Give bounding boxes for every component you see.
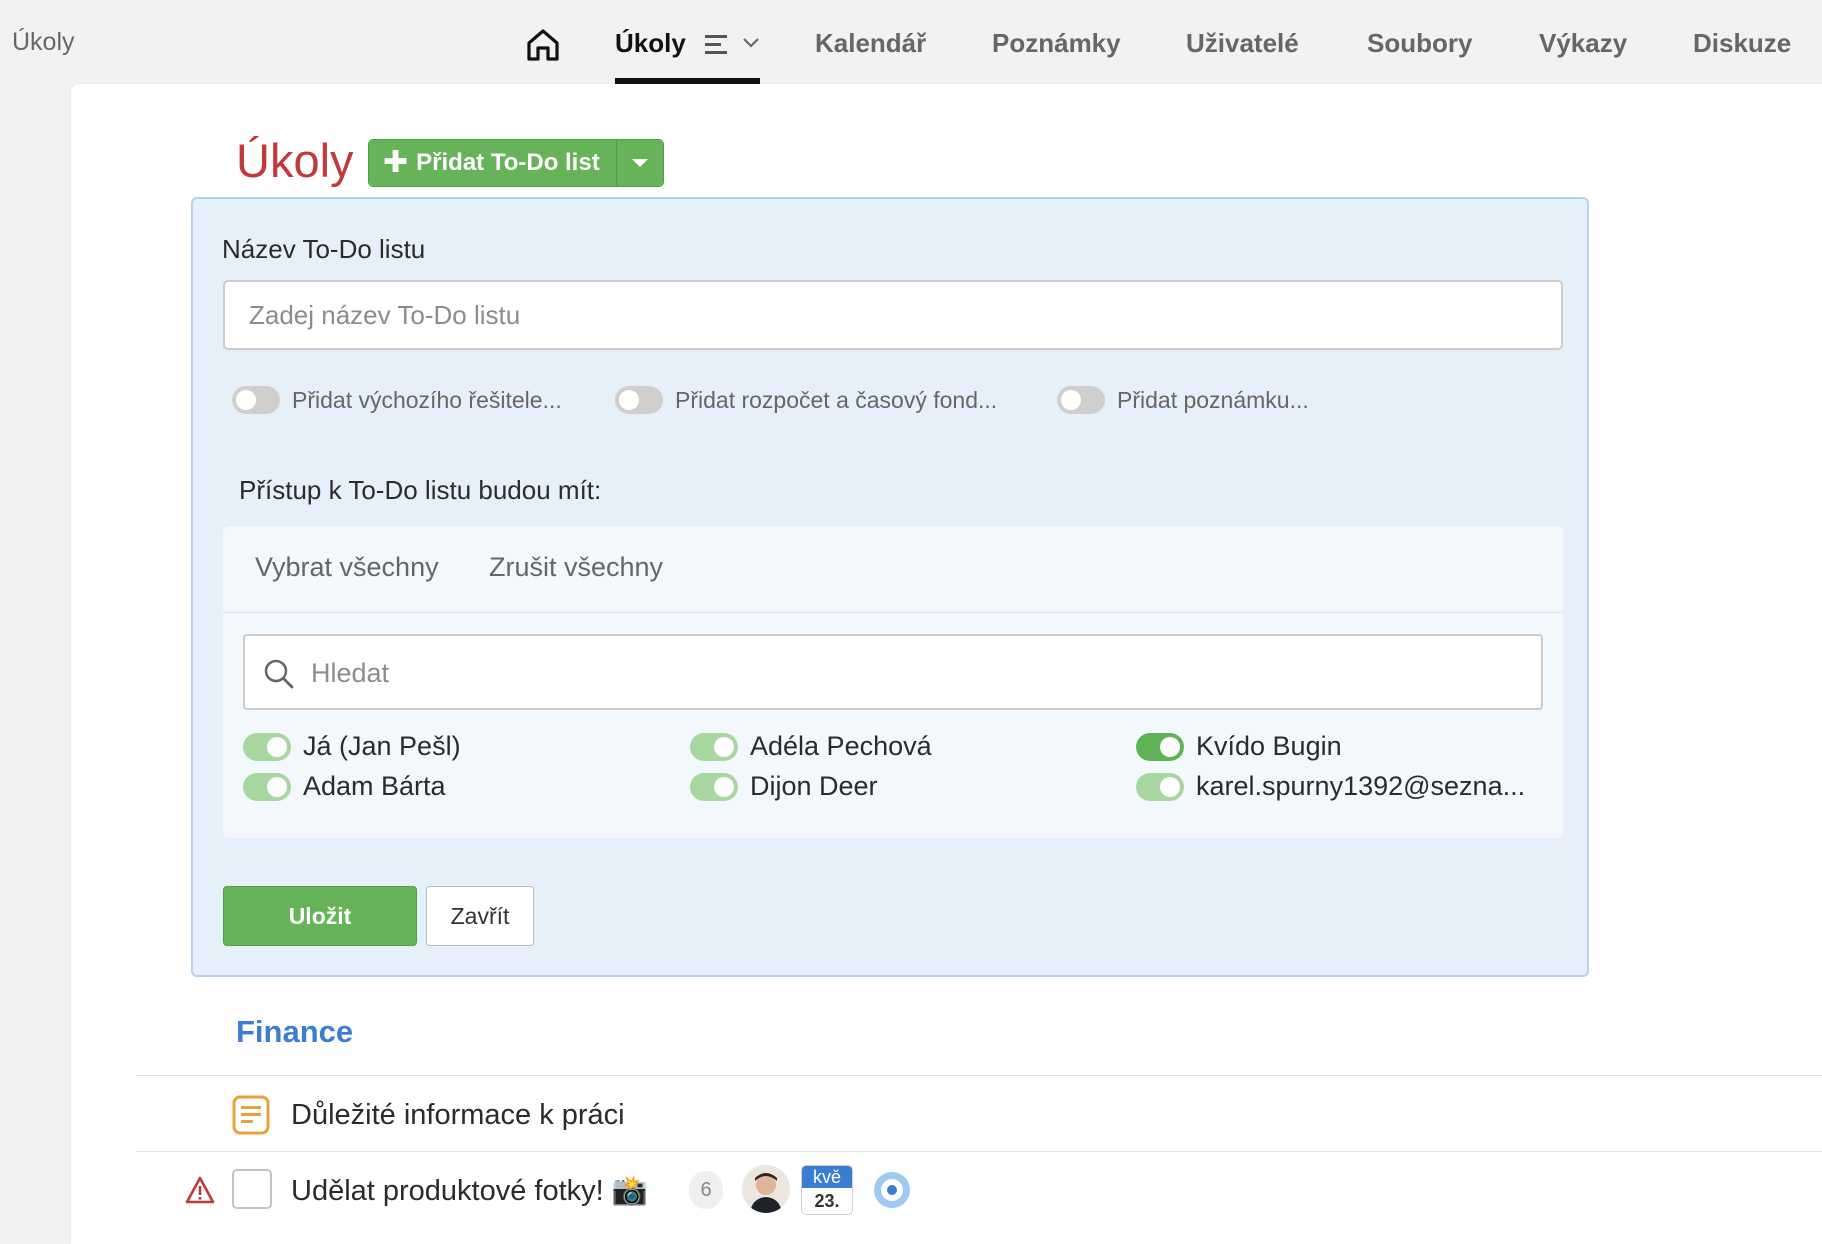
toggle-switch[interactable] <box>1136 732 1184 761</box>
task-checkbox[interactable] <box>232 1169 272 1209</box>
user-name: Dijon Deer <box>750 771 878 801</box>
note-icon <box>232 1095 270 1135</box>
user-name: Kvído Bugin <box>1196 731 1342 761</box>
user-toggle-kvido-bugin[interactable]: Kvído Bugin <box>1136 731 1342 762</box>
divider <box>136 1075 1822 1076</box>
home-icon[interactable] <box>524 26 562 64</box>
user-name: karel.spurny1392@sezna... <box>1196 771 1526 801</box>
divider <box>136 1151 1822 1152</box>
plus-icon: ✚ <box>383 146 409 179</box>
status-circle-icon[interactable] <box>872 1170 912 1210</box>
nav-tab-soubory[interactable]: Soubory <box>1367 28 1472 59</box>
todo-list-name-label: Název To-Do listu <box>222 234 426 264</box>
user-toggle-dijon-deer[interactable]: Dijon Deer <box>690 771 878 802</box>
user-toggle-adam-barta[interactable]: Adam Bárta <box>243 771 446 802</box>
comment-count-badge: 6 <box>689 1171 723 1209</box>
select-all-link[interactable]: Vybrat všechny <box>255 552 439 583</box>
toggle-budget[interactable]: Přidat rozpočet a časový fond... <box>615 386 997 414</box>
toggle-note[interactable]: Přidat poznámku... <box>1057 386 1309 414</box>
toggle-switch[interactable] <box>690 772 738 801</box>
due-date-month: kvě <box>802 1166 852 1188</box>
add-todo-list-label: Přidat To-Do list <box>416 149 600 176</box>
toggle-switch[interactable] <box>243 732 291 761</box>
todo-list-title-finance[interactable]: Finance <box>236 1014 353 1050</box>
avatar[interactable] <box>742 1165 790 1213</box>
add-todo-list-button-group: ✚ Přidat To-Do list <box>368 139 664 187</box>
due-date-badge[interactable]: kvě 23. <box>802 1166 852 1214</box>
toggle-switch[interactable] <box>243 772 291 801</box>
due-date-day: 23. <box>802 1188 852 1214</box>
search-icon <box>264 659 294 689</box>
toggle-label: Přidat výchozího řešitele... <box>292 386 562 413</box>
toggle-label: Přidat rozpočet a časový fond... <box>675 386 998 413</box>
chevron-down-icon[interactable] <box>742 36 760 50</box>
access-label: Přístup k To-Do listu budou mít: <box>239 475 602 505</box>
toggle-switch[interactable] <box>615 386 663 414</box>
top-navigation: Úkoly Kalendář Poznámky Uživatelé Soubor… <box>0 0 1822 84</box>
deselect-all-link[interactable]: Zrušit všechny <box>489 552 663 583</box>
warning-icon <box>185 1176 215 1204</box>
nav-tab-uzivatele[interactable]: Uživatelé <box>1186 28 1299 59</box>
task-title[interactable]: Udělat produktové fotky! 📸 <box>291 1174 648 1208</box>
toggle-default-assignee[interactable]: Přidat výchozího řešitele... <box>232 386 562 414</box>
todo-list-name-input[interactable] <box>223 280 1563 350</box>
close-button[interactable]: Zavřít <box>426 886 534 946</box>
note-item-title[interactable]: Důležité informace k práci <box>291 1099 625 1132</box>
user-search-input[interactable] <box>309 636 1513 710</box>
nav-tab-poznamky[interactable]: Poznámky <box>992 28 1121 59</box>
access-actions: Vybrat všechny Zrušit všechny <box>223 526 1563 613</box>
toggle-switch[interactable] <box>1136 772 1184 801</box>
add-todo-list-dropdown[interactable] <box>615 140 663 186</box>
user-name: Já (Jan Pešl) <box>303 731 461 761</box>
nav-tab-vykazy[interactable]: Výkazy <box>1539 28 1627 59</box>
user-name: Adam Bárta <box>303 771 446 801</box>
toggle-switch[interactable] <box>232 386 280 414</box>
list-view-icon[interactable] <box>705 34 731 56</box>
add-todo-list-button[interactable]: ✚ Přidat To-Do list <box>369 140 616 186</box>
user-toggle-adela-pechova[interactable]: Adéla Pechová <box>690 731 932 762</box>
user-name: Adéla Pechová <box>750 731 932 761</box>
nav-tab-diskuze[interactable]: Diskuze <box>1693 28 1791 59</box>
toggle-label: Přidat poznámku... <box>1117 386 1309 413</box>
user-toggle-karel-spurny[interactable]: karel.spurny1392@sezna... <box>1136 771 1525 802</box>
save-button[interactable]: Uložit <box>223 886 417 946</box>
toggle-switch[interactable] <box>690 732 738 761</box>
nav-tab-ukoly[interactable]: Úkoly <box>615 28 686 59</box>
page-title: Úkoly <box>236 134 354 187</box>
nav-tab-kalendar[interactable]: Kalendář <box>815 28 926 59</box>
caret-down-icon <box>631 159 648 167</box>
user-toggle-jan-pesl[interactable]: Já (Jan Pešl) <box>243 731 461 762</box>
user-search <box>243 634 1543 710</box>
toggle-switch[interactable] <box>1057 386 1105 414</box>
